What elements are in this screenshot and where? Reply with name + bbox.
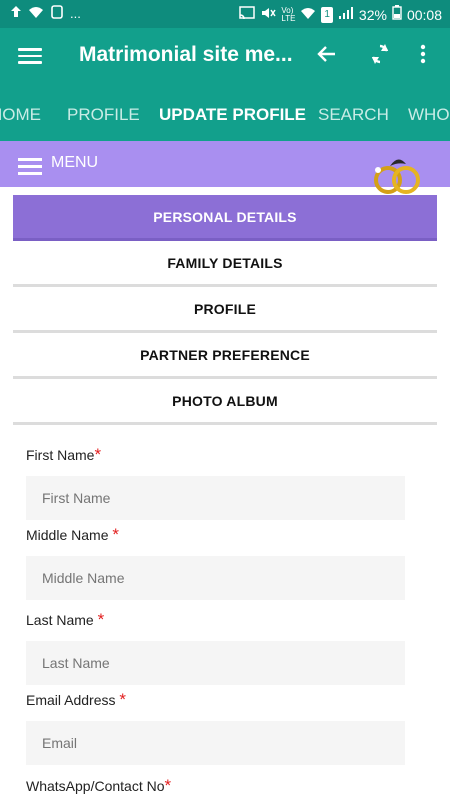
middle-name-label: Middle Name * bbox=[26, 525, 119, 544]
required-mark: * bbox=[164, 776, 172, 795]
email-label: Email Address * bbox=[26, 690, 126, 709]
profile-sections: PERSONAL DETAILS FAMILY DETAILS PROFILE … bbox=[13, 195, 437, 425]
section-personal-details[interactable]: PERSONAL DETAILS bbox=[13, 195, 437, 241]
battery-icon bbox=[392, 5, 402, 24]
required-mark: * bbox=[97, 610, 105, 629]
cast-icon bbox=[239, 5, 256, 24]
app-bar: Matrimonial site me... bbox=[0, 28, 450, 85]
wifi-signal-icon bbox=[300, 6, 316, 24]
volte-label: Vo) LTE bbox=[281, 5, 296, 23]
tab-update-profile[interactable]: UPDATE PROFILE bbox=[159, 105, 306, 125]
app-title: Matrimonial site me... bbox=[79, 43, 293, 66]
wifi-icon bbox=[28, 5, 44, 23]
section-photo-album[interactable]: PHOTO ALBUM bbox=[13, 379, 437, 425]
sim-badge: 1 bbox=[321, 6, 333, 23]
notification-icon bbox=[50, 5, 64, 23]
section-family-details[interactable]: FAMILY DETAILS bbox=[13, 241, 437, 287]
tab-who[interactable]: WHO bbox=[408, 105, 450, 125]
section-partner-preference[interactable]: PARTNER PREFERENCE bbox=[13, 333, 437, 379]
first-name-input[interactable] bbox=[26, 476, 405, 520]
menu-label[interactable]: MENU bbox=[51, 154, 98, 172]
refresh-icon[interactable] bbox=[368, 42, 392, 73]
hamburger-menu-button[interactable] bbox=[18, 44, 42, 68]
overflow-menu-icon[interactable] bbox=[419, 42, 427, 73]
tab-home[interactable]: HOME bbox=[0, 105, 41, 125]
required-mark: * bbox=[94, 445, 102, 464]
required-mark: * bbox=[112, 525, 119, 544]
signal-icon bbox=[338, 6, 354, 24]
status-more-dots: ... bbox=[70, 6, 81, 21]
section-profile[interactable]: PROFILE bbox=[13, 287, 437, 333]
last-name-input[interactable] bbox=[26, 641, 405, 685]
required-mark: * bbox=[119, 690, 126, 709]
upload-icon bbox=[10, 5, 22, 23]
middle-name-input[interactable] bbox=[26, 556, 405, 600]
battery-percent: 32% bbox=[358, 6, 387, 23]
last-name-label: Last Name * bbox=[26, 610, 105, 629]
tab-profile[interactable]: PROFILE bbox=[67, 105, 140, 125]
tab-bar: HOME PROFILE UPDATE PROFILE SEARCH WHO bbox=[0, 85, 450, 141]
mute-icon bbox=[260, 6, 276, 24]
first-name-label: First Name* bbox=[26, 445, 102, 464]
menu-icon[interactable] bbox=[18, 154, 42, 179]
personal-details-form: First Name* Middle Name * Last Name * Em… bbox=[26, 446, 406, 801]
rings-logo-icon bbox=[368, 156, 432, 198]
tab-search[interactable]: SEARCH bbox=[318, 105, 389, 125]
clock: 00:08 bbox=[406, 6, 442, 23]
whatsapp-label: WhatsApp/Contact No* bbox=[26, 776, 172, 795]
email-input[interactable] bbox=[26, 721, 405, 765]
back-arrow-icon[interactable] bbox=[315, 42, 339, 73]
status-bar: ... Vo) LTE 1 32% 00:08 bbox=[0, 0, 450, 28]
